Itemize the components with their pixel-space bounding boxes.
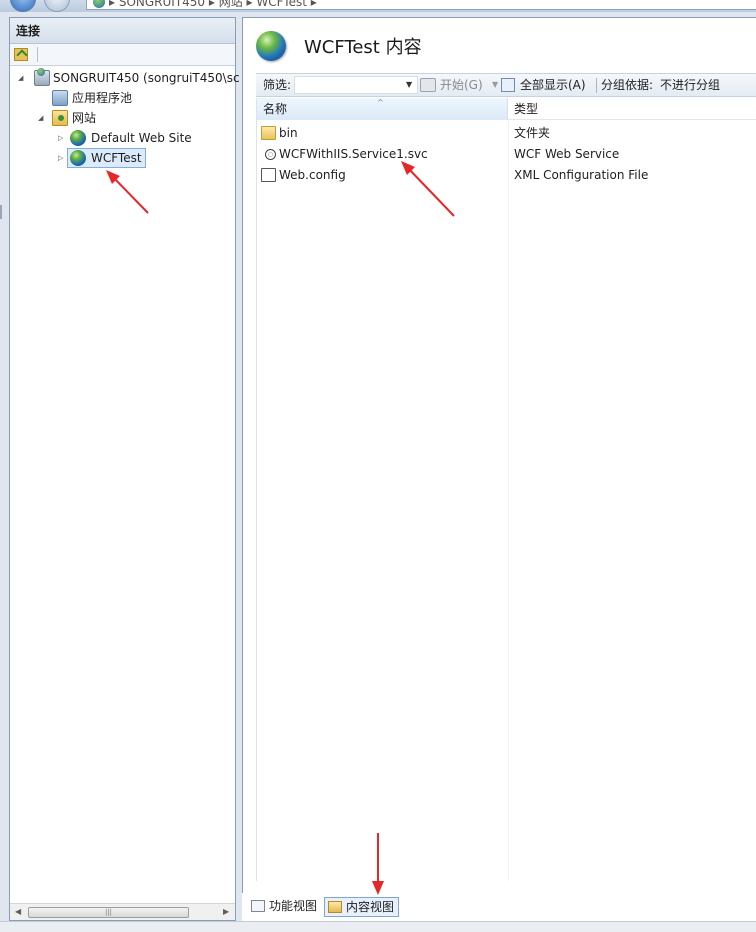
address-bar[interactable]: ▸ SONGRUIT450 ▸ 网站 ▸ WCFTest ▸ bbox=[86, 0, 756, 10]
server-icon bbox=[34, 68, 50, 86]
tab-label: 功能视图 bbox=[269, 899, 318, 913]
toolbar-separator bbox=[37, 47, 38, 62]
list-header: 名称 ^ 类型 bbox=[257, 98, 756, 120]
column-header-label: 名称 bbox=[263, 102, 288, 116]
horizontal-scrollbar[interactable]: ◀ ||| ▶ bbox=[10, 903, 235, 920]
content-view-icon bbox=[328, 901, 342, 913]
expand-triangle-icon[interactable]: ▷ bbox=[58, 154, 66, 162]
group-by-select[interactable]: 不进行分组 bbox=[660, 74, 720, 96]
content-header: WCFTest 内容 bbox=[243, 18, 756, 70]
group-by-label: 分组依据: bbox=[601, 78, 654, 92]
page-title: WCFTest 内容 bbox=[304, 37, 422, 58]
list-item[interactable]: Web.config XML Configuration File bbox=[257, 165, 756, 186]
folder-icon bbox=[261, 126, 276, 140]
sort-ascending-icon: ^ bbox=[377, 98, 384, 107]
list-item[interactable]: WCFWithIIS.Service1.svc WCF Web Service bbox=[257, 144, 756, 165]
sites-folder-icon bbox=[52, 110, 68, 126]
item-type: 文件夹 bbox=[514, 126, 551, 140]
item-name: bin bbox=[279, 126, 298, 140]
scrollbar-thumb[interactable]: ||| bbox=[28, 907, 189, 918]
view-tabs: 功能视图 内容视图 bbox=[242, 893, 756, 921]
binoculars-icon bbox=[420, 78, 436, 92]
column-header-type[interactable]: 类型 bbox=[509, 98, 538, 120]
item-type: XML Configuration File bbox=[514, 168, 649, 182]
tree-node-label: Default Web Site bbox=[91, 131, 192, 145]
column-header-name[interactable]: 名称 ^ bbox=[257, 98, 508, 120]
scroll-left-icon[interactable]: ◀ bbox=[15, 907, 21, 916]
item-name: Web.config bbox=[279, 168, 346, 182]
tree-node-label: 应用程序池 bbox=[72, 91, 133, 105]
show-all-button[interactable]: 全部显示(A) bbox=[520, 74, 586, 96]
start-button[interactable]: 开始(G) bbox=[440, 74, 483, 96]
connect-icon[interactable] bbox=[14, 48, 28, 61]
app-pool-icon bbox=[52, 90, 68, 106]
expand-triangle-icon[interactable]: ▷ bbox=[58, 134, 66, 142]
list-item[interactable]: bin 文件夹 bbox=[257, 123, 756, 144]
collapse-triangle-icon[interactable]: ◢ bbox=[18, 74, 26, 82]
filter-label: 筛选: bbox=[263, 78, 292, 92]
forward-button[interactable] bbox=[44, 0, 70, 12]
connections-title: 连接 bbox=[10, 18, 235, 44]
tree-node-label: SONGRUIT450 (songruiT450\sc bbox=[53, 71, 240, 85]
scroll-right-icon[interactable]: ▶ bbox=[223, 907, 229, 916]
back-button[interactable] bbox=[10, 0, 36, 12]
show-all-icon bbox=[501, 78, 515, 92]
filter-bar: 筛选: ▼ 开始(G) ▼ 全部显示(A) 分组依据: 不进行分组 bbox=[256, 73, 756, 97]
collapse-triangle-icon[interactable]: ◢ bbox=[38, 114, 46, 122]
tab-content-view[interactable]: 内容视图 bbox=[324, 897, 400, 917]
connections-pane: 连接 ◢ SONGRUIT450 (songruiT450\sc 应用程序池 ◢… bbox=[9, 17, 240, 921]
item-type: WCF Web Service bbox=[514, 147, 620, 161]
tab-label: 内容视图 bbox=[346, 900, 395, 914]
content-panel: WCFTest 内容 筛选: ▼ 开始(G) ▼ 全部显示(A) 分组依据: 不… bbox=[242, 17, 756, 921]
item-name: WCFWithIIS.Service1.svc bbox=[279, 147, 428, 161]
globe-icon bbox=[93, 0, 105, 8]
globe-icon bbox=[70, 130, 86, 146]
tab-features-view[interactable]: 功能视图 bbox=[248, 897, 321, 917]
filter-separator bbox=[596, 78, 597, 93]
tree-node-label: 网站 bbox=[72, 111, 97, 125]
filter-input[interactable] bbox=[294, 76, 418, 94]
globe-icon bbox=[70, 150, 86, 166]
content-list: 名称 ^ 类型 bin 文件夹 WCFWithIIS.Service1.svc … bbox=[256, 98, 756, 881]
features-view-icon bbox=[251, 900, 265, 912]
navigation-bar: ▸ SONGRUIT450 ▸ 网站 ▸ WCFTest ▸ bbox=[0, 0, 756, 12]
config-file-icon bbox=[261, 168, 276, 182]
dropdown-arrow-icon[interactable]: ▼ bbox=[406, 74, 412, 96]
start-dropdown-icon[interactable]: ▼ bbox=[492, 74, 498, 96]
address-breadcrumb: ▸ SONGRUIT450 ▸ 网站 ▸ WCFTest ▸ bbox=[109, 0, 317, 9]
splitter-grip[interactable] bbox=[0, 205, 2, 219]
connections-toolbar bbox=[10, 44, 235, 66]
svc-file-icon bbox=[265, 149, 276, 160]
site-globe-icon bbox=[256, 31, 286, 61]
column-divider bbox=[508, 120, 509, 881]
status-bar bbox=[0, 921, 756, 932]
